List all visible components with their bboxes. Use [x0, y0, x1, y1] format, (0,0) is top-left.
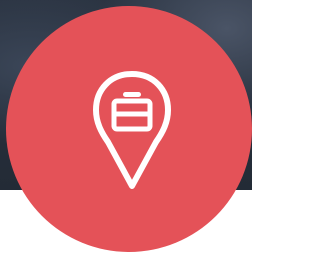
- location-pin-briefcase-icon: [93, 71, 171, 189]
- location-badge-card: [0, 0, 252, 254]
- location-badge[interactable]: [6, 6, 252, 252]
